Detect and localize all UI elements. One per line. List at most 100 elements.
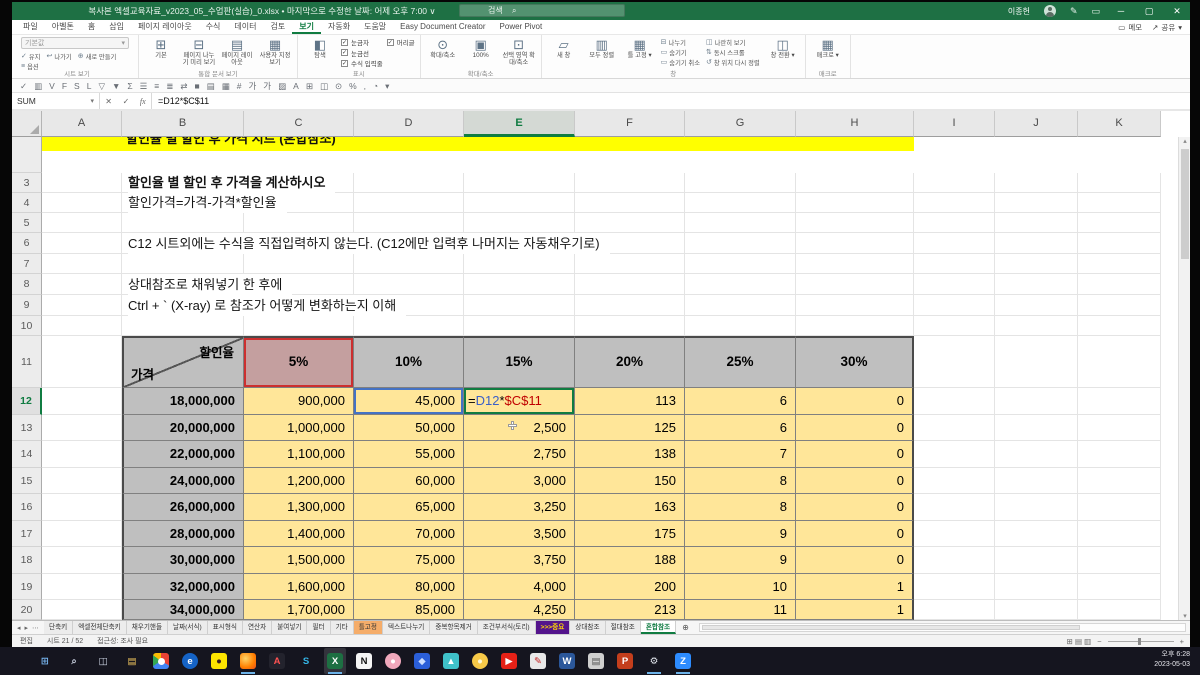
row-header-9[interactable]: 9 <box>12 295 42 316</box>
cell-E18[interactable]: 3,750 <box>464 547 575 574</box>
sheet-tab-단축키[interactable]: 단축키 <box>44 621 73 634</box>
cell-E7[interactable] <box>464 254 575 274</box>
maximize-button[interactable]: ▢ <box>1142 6 1156 17</box>
ribbon-button-나누기[interactable]: ⊟나누기 <box>661 37 702 47</box>
cell-H8[interactable] <box>796 274 914 295</box>
cell-F9[interactable] <box>575 295 685 316</box>
ribbon-check-눈금선[interactable]: ✓눈금선 <box>341 48 383 59</box>
row-header-19[interactable]: 19 <box>12 574 42 600</box>
cell-K20[interactable] <box>1078 600 1161 620</box>
cell-G13[interactable]: 6 <box>685 415 796 441</box>
cell-B15[interactable]: 24,000,000 <box>122 468 244 494</box>
youtube-icon[interactable]: ▶ <box>498 648 520 674</box>
ribbon-button-기본[interactable]: ⊞기본 <box>144 37 178 70</box>
cell-H7[interactable] <box>796 254 914 274</box>
row-header-2[interactable]: 2 <box>12 137 42 173</box>
cell-D7[interactable] <box>354 254 464 274</box>
cell-C18[interactable]: 1,500,000 <box>244 547 354 574</box>
cell-I10[interactable] <box>914 316 995 336</box>
fill-color-icon[interactable]: ▨ <box>278 79 286 93</box>
row-header-11[interactable]: 11 <box>12 336 42 388</box>
table-icon[interactable]: ▤ <box>207 79 215 93</box>
app-a-icon[interactable]: A <box>266 648 288 674</box>
cell-D10[interactable] <box>354 316 464 336</box>
cell-B12[interactable]: 18,000,000 <box>122 388 244 415</box>
insert-function-icon[interactable]: fx <box>140 97 146 106</box>
cell-J15[interactable] <box>995 468 1078 494</box>
kakaotalk-icon[interactable]: ● <box>208 648 230 674</box>
cell-J14[interactable] <box>995 441 1078 468</box>
cell-H14[interactable]: 0 <box>796 441 914 468</box>
cell-F15[interactable]: 150 <box>575 468 685 494</box>
ribbon-button-확대/축소[interactable]: ⊙확대/축소 <box>426 37 460 70</box>
cell-D19[interactable]: 80,000 <box>354 574 464 600</box>
cell-C15[interactable]: 1,200,000 <box>244 468 354 494</box>
cell-I17[interactable] <box>914 521 995 547</box>
ribbon-button-유지[interactable]: ✓유지 <box>21 51 42 61</box>
cell-I15[interactable] <box>914 468 995 494</box>
ribbon-button-페이지 레이아웃[interactable]: ▤페이지 레이아웃 <box>220 37 254 70</box>
comments-button[interactable]: ▭ 메모 <box>1118 22 1142 33</box>
ribbon-button-새로 만들기[interactable]: ⊕새로 만들기 <box>78 51 119 61</box>
cell-K6[interactable] <box>1078 233 1161 254</box>
menu-tab-파일[interactable]: 파일 <box>16 20 45 34</box>
sheet-tab-필터[interactable]: 필터 <box>307 621 330 634</box>
sheet-tab-틀고정[interactable]: 틀고정 <box>354 621 383 634</box>
cell-C14[interactable]: 1,100,000 <box>244 441 354 468</box>
cell-C16[interactable]: 1,300,000 <box>244 494 354 521</box>
ribbon-display-icon[interactable]: ▭ <box>1091 6 1100 17</box>
bulb-icon[interactable]: ● <box>469 648 491 674</box>
column-header-C[interactable]: C <box>244 111 354 137</box>
cell-J20[interactable] <box>995 600 1078 620</box>
excel-icon[interactable]: X <box>324 648 346 674</box>
ribbon-button-숨기기 취소[interactable]: ▭숨기기 취소 <box>661 57 702 67</box>
taskbar-clock[interactable]: 오후 6:28 2023-05-03 <box>1154 650 1190 670</box>
cell-B5[interactable] <box>122 213 244 233</box>
viewer3d-icon[interactable]: ▲ <box>440 648 462 674</box>
column-header-K[interactable]: K <box>1078 111 1161 137</box>
name-box[interactable]: SUM ▾ <box>12 93 100 109</box>
vertical-scrollbar[interactable]: ▴ ▾ <box>1178 137 1190 620</box>
ribbon-button-탐색[interactable]: ◧탐색 <box>303 37 337 70</box>
ribbon-button-사용자 지정 보기[interactable]: ▦사용자 지정 보기 <box>258 37 292 70</box>
column-header-G[interactable]: G <box>685 111 796 137</box>
cell-J10[interactable] <box>995 316 1078 336</box>
pencil-icon[interactable]: ✎ <box>1070 6 1078 17</box>
cell-H11[interactable]: 30% <box>796 336 914 388</box>
sheet-tab-절대참조[interactable]: 절대참조 <box>606 621 641 634</box>
notion-icon[interactable]: N <box>353 648 375 674</box>
cell-A9[interactable] <box>42 295 122 316</box>
row-header-12[interactable]: 12 <box>12 388 42 415</box>
cell-H6[interactable] <box>796 233 914 254</box>
cell-K7[interactable] <box>1078 254 1161 274</box>
printer-icon[interactable]: ▤ <box>585 648 607 674</box>
cell-G3[interactable] <box>685 173 796 193</box>
row-header-17[interactable]: 17 <box>12 521 42 547</box>
sheet-tab-상대참조[interactable]: 상대참조 <box>570 621 605 634</box>
column-header-F[interactable]: F <box>575 111 685 137</box>
cell-K4[interactable] <box>1078 193 1161 213</box>
cell-J6[interactable] <box>995 233 1078 254</box>
cell-K8[interactable] <box>1078 274 1161 295</box>
cell-H9[interactable] <box>796 295 914 316</box>
cell-C11[interactable]: 5% <box>244 336 354 388</box>
row-header-8[interactable]: 8 <box>12 274 42 295</box>
cell-J13[interactable] <box>995 415 1078 441</box>
sheet-tab-채우기핸들[interactable]: 채우기핸들 <box>127 621 168 634</box>
cell-A17[interactable] <box>42 521 122 547</box>
sheet-tab-붙여넣기[interactable]: 붙여넣기 <box>272 621 307 634</box>
cell-C19[interactable]: 1,600,000 <box>244 574 354 600</box>
cell-J12[interactable] <box>995 388 1078 415</box>
font-shrink-icon[interactable]: 가 <box>263 79 271 93</box>
cell-F4[interactable] <box>575 193 685 213</box>
cell-E16[interactable]: 3,250 <box>464 494 575 521</box>
ribbon-button-동시 스크롤[interactable]: ⇅동시 스크롤 <box>706 47 762 57</box>
cell-C17[interactable]: 1,400,000 <box>244 521 354 547</box>
cell-F7[interactable] <box>575 254 685 274</box>
font-grow-icon[interactable]: 가 <box>248 79 256 93</box>
sheet-tab->>>중요[interactable]: >>>중요 <box>536 621 571 634</box>
cell-E13[interactable]: 2,500 <box>464 415 575 441</box>
sheet-tab-연산자[interactable]: 연산자 <box>243 621 272 634</box>
ribbon-button-매크로[interactable]: ▦매크로 ▾ <box>811 37 845 70</box>
row-header-10[interactable]: 10 <box>12 316 42 336</box>
